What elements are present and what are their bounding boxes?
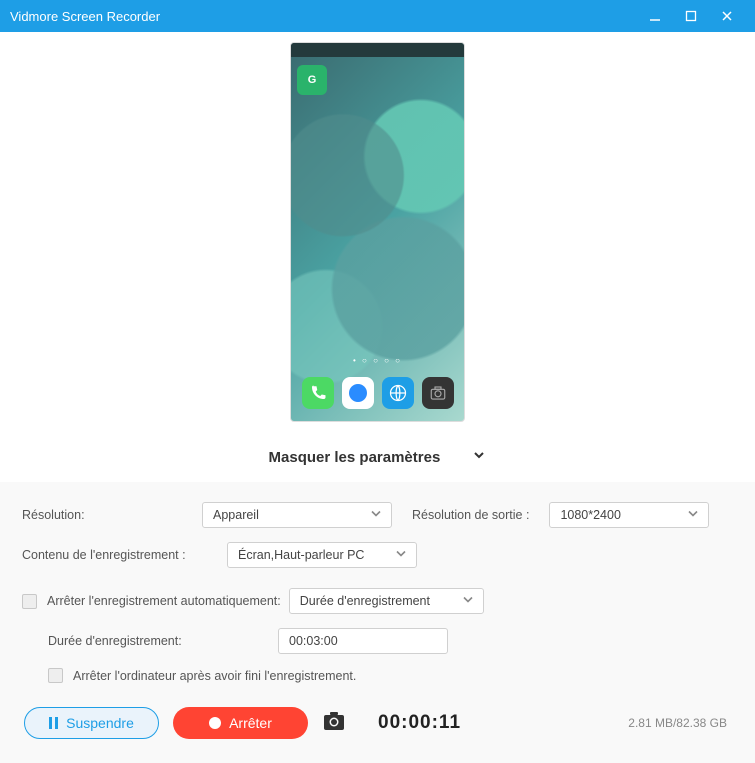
shutdown-label: Arrêter l'ordinateur après avoir fini l'… xyxy=(73,669,356,683)
output-resolution-select[interactable]: 1080*2400 xyxy=(549,502,709,528)
recording-content-label: Contenu de l'enregistrement : xyxy=(22,548,227,562)
messages-icon xyxy=(342,377,374,409)
chevron-down-icon xyxy=(458,448,486,466)
phone-app-icon: G xyxy=(297,65,327,95)
chevron-down-icon xyxy=(686,507,700,524)
recording-timer: 00:00:11 xyxy=(378,712,461,734)
settings-panel: Résolution: Appareil Résolution de sorti… xyxy=(0,482,755,763)
chevron-down-icon xyxy=(461,593,475,610)
autostop-checkbox[interactable] xyxy=(22,594,37,609)
minimize-button[interactable] xyxy=(637,9,673,23)
browser-icon xyxy=(382,377,414,409)
autostop-label: Arrêter l'enregistrement automatiquement… xyxy=(47,594,281,608)
pause-icon xyxy=(49,717,58,729)
toggle-settings-label: Masquer les paramètres xyxy=(269,449,441,466)
maximize-button[interactable] xyxy=(673,10,709,22)
duration-input[interactable] xyxy=(278,628,448,654)
phone-icon xyxy=(302,377,334,409)
phone-preview: G • ○ ○ ○ ○ xyxy=(290,42,465,422)
toggle-settings-button[interactable]: Masquer les paramètres xyxy=(0,430,755,482)
shutdown-checkbox[interactable] xyxy=(48,668,63,683)
camera-icon xyxy=(422,377,454,409)
screenshot-button[interactable] xyxy=(322,710,344,737)
control-bar: Suspendre Arrêter 00:00:11 2.81 MB/82.38… xyxy=(22,689,733,745)
chevron-down-icon xyxy=(394,547,408,564)
autostop-type-select[interactable]: Durée d'enregistrement xyxy=(289,588,484,614)
output-resolution-label: Résolution de sortie : xyxy=(412,508,529,522)
storage-info: 2.81 MB/82.38 GB xyxy=(628,716,727,730)
stop-icon xyxy=(209,717,221,729)
recording-content-select[interactable]: Écran,Haut-parleur PC xyxy=(227,542,417,568)
close-button[interactable] xyxy=(709,9,745,23)
duration-label: Durée d'enregistrement: xyxy=(48,634,278,648)
resolution-label: Résolution: xyxy=(22,508,202,522)
chevron-down-icon xyxy=(369,507,383,524)
stop-button[interactable]: Arrêter xyxy=(173,707,308,739)
resolution-select[interactable]: Appareil xyxy=(202,502,392,528)
phone-page-dots: • ○ ○ ○ ○ xyxy=(291,356,464,365)
window-title: Vidmore Screen Recorder xyxy=(10,9,637,24)
preview-area: G • ○ ○ ○ ○ xyxy=(0,32,755,430)
titlebar: Vidmore Screen Recorder xyxy=(0,0,755,32)
phone-dock xyxy=(291,371,464,415)
phone-statusbar xyxy=(291,43,464,57)
pause-button[interactable]: Suspendre xyxy=(24,707,159,739)
